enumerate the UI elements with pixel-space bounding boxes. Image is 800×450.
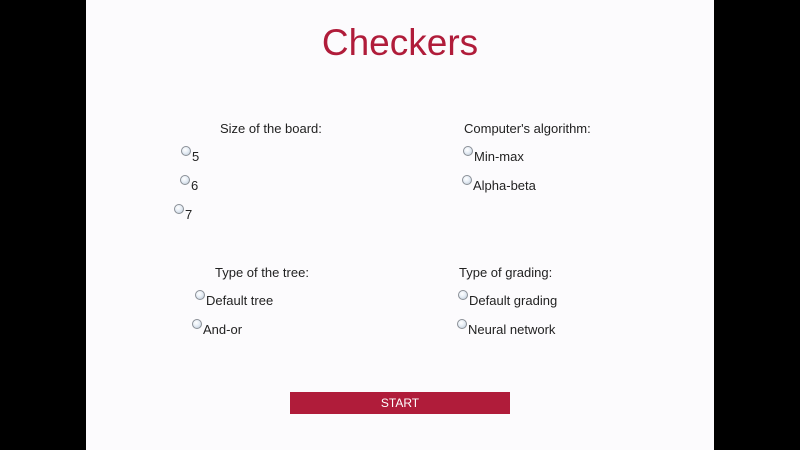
algorithm-option-label: Min-max [474, 149, 524, 164]
board-size-option-6[interactable]: 6 [180, 175, 199, 194]
page-title: Checkers [321, 22, 479, 63]
radio-button[interactable] [462, 175, 472, 185]
tree-type-option-and-or[interactable]: And-or [192, 319, 243, 338]
radio-button[interactable] [463, 146, 473, 156]
tree-type-option-default[interactable]: Default tree [195, 290, 274, 309]
radio-button[interactable] [180, 175, 190, 185]
board-size-label: Size of the board: [220, 121, 322, 136]
board-size-option-7[interactable]: 7 [174, 204, 193, 223]
grading-option-neural-network[interactable]: Neural network [457, 319, 556, 338]
algorithm-option-alpha-beta[interactable]: Alpha-beta [462, 175, 536, 194]
main-panel: Checkers Size of the board: 5 6 7 Comput… [86, 0, 714, 450]
tree-type-option-label: Default tree [206, 293, 274, 308]
radio-button[interactable] [195, 290, 205, 300]
start-button[interactable]: START [290, 392, 510, 414]
grading-option-label: Default grading [469, 293, 558, 308]
radio-button[interactable] [458, 290, 468, 300]
radio-button[interactable] [457, 319, 467, 329]
algorithm-option-min-max[interactable]: Min-max [463, 146, 524, 165]
radio-button[interactable] [174, 204, 184, 214]
algorithm-label: Computer's algorithm: [464, 121, 591, 136]
grading-label: Type of grading: [459, 265, 553, 280]
board-size-option-5[interactable]: 5 [181, 146, 200, 165]
radio-button[interactable] [181, 146, 191, 156]
radio-button[interactable] [192, 319, 202, 329]
algorithm-option-label: Alpha-beta [473, 178, 536, 193]
board-size-option-label: 6 [191, 178, 199, 193]
grading-option-default[interactable]: Default grading [458, 290, 558, 309]
grading-option-label: Neural network [468, 322, 556, 337]
board-size-option-label: 5 [192, 149, 200, 164]
board-size-option-label: 7 [185, 207, 193, 222]
tree-type-label: Type of the tree: [215, 265, 309, 280]
tree-type-option-label: And-or [203, 322, 243, 337]
